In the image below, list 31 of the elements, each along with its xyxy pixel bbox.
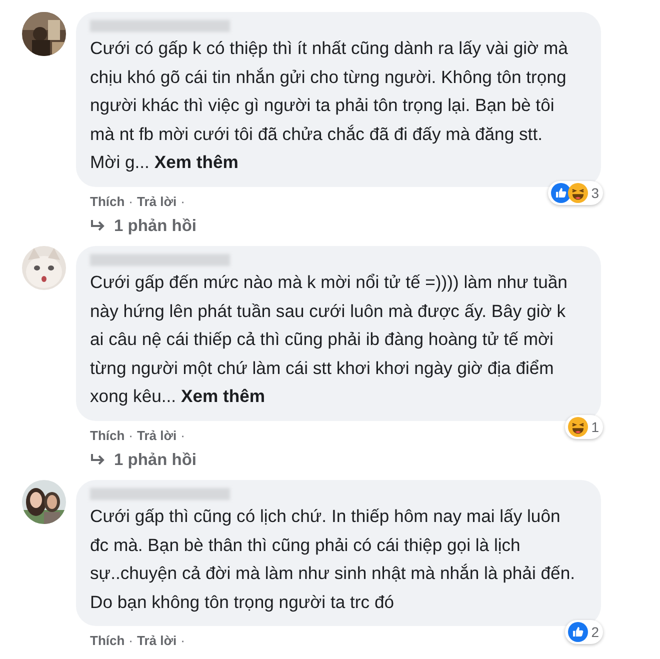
separator-dot: · bbox=[180, 633, 185, 650]
separator-dot: · bbox=[180, 428, 185, 445]
reaction-count: 3 bbox=[591, 184, 599, 201]
reaction-count: 1 bbox=[591, 418, 599, 435]
action-link[interactable]: Thích bbox=[90, 633, 125, 650]
action-link[interactable]: Thích bbox=[90, 194, 125, 211]
laughing-emoji-icon bbox=[568, 416, 588, 437]
like-icon bbox=[551, 182, 572, 203]
action-link[interactable]: Trả lời bbox=[137, 633, 177, 650]
comment-text: Cưới gấp đến mức nào mà k mời nổi tử tế =)))) làm như tuần này hứng lên phát tuần sau cưới luôn mà được ấy. Bây giờ k ai câu nệ cái thiếp cả thì cũng phải ib đàng hoàng tử tế mời từng người một chứ làm cái stt khơi khơi ngày giờ địa điểm xong kêu... Xem thêm bbox=[90, 270, 568, 408]
action-link[interactable]: Trả lời bbox=[137, 194, 177, 211]
reaction-count: 2 bbox=[591, 624, 599, 640]
replies-link[interactable]: 1 phản hồi bbox=[76, 210, 601, 246]
comment-text: Cưới có gấp k có thiệp thì ít nhất cũng dành ra lấy vài giờ mà chịu khó gõ cái tin nhắn gửi cho từng người. Không tôn trọng người khác thì việc gì người ta phải tôn trọng lại. Bạn bè tôi mà nt fb mời cưới tôi đã chửa chắc đã đi đấy mà đăng stt. Mời g... Xem thêm bbox=[90, 37, 569, 174]
reaction-badge[interactable]: 1 bbox=[565, 414, 603, 439]
see-more-link[interactable]: Xem thêm bbox=[154, 152, 238, 172]
reaction-badge[interactable]: 3 bbox=[548, 180, 603, 205]
reply-arrow-icon bbox=[90, 219, 106, 234]
separator-dot: · bbox=[128, 428, 134, 445]
action-link[interactable]: Trả lời bbox=[137, 428, 177, 445]
replies-link[interactable]: 1 phản hồi bbox=[76, 444, 601, 480]
action-link[interactable]: Thích bbox=[90, 428, 125, 445]
separator-dot: · bbox=[128, 194, 134, 211]
reply-arrow-icon bbox=[90, 453, 106, 468]
reaction-badge[interactable]: 2 bbox=[565, 620, 603, 644]
comment-text: Cưới gấp thì cũng có lịch chứ. In thiếp hôm nay mai lấy luôn đc mà. Bạn bè thân thì cũng phải có cái thiệp gọi là lịch sự..chuyện cả đời mà làm như sinh nhật mà nhắn là phải đến. Do bạn không tôn trọng người ta trc đó bbox=[90, 504, 576, 614]
like-icon bbox=[568, 622, 588, 642]
separator-dot: · bbox=[128, 633, 134, 650]
separator-dot: · bbox=[180, 194, 185, 211]
laughing-emoji-icon bbox=[568, 182, 588, 203]
see-more-link[interactable]: Xem thêm bbox=[180, 386, 266, 406]
